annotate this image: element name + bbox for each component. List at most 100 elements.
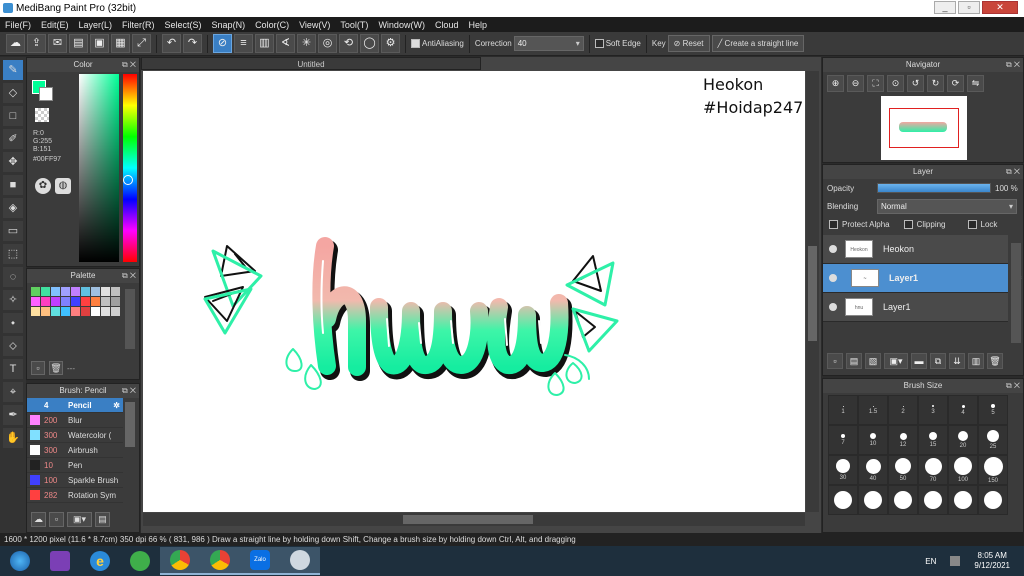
brush-size-cell[interactable]: 25 bbox=[978, 425, 1008, 455]
layer-property-icon[interactable]: ▥ bbox=[968, 353, 984, 369]
network-icon[interactable] bbox=[950, 556, 961, 566]
zoom-out-icon[interactable]: ⊖ bbox=[847, 75, 864, 92]
menu-help[interactable]: Help bbox=[463, 20, 492, 30]
save-icon[interactable]: ▣ bbox=[90, 34, 109, 53]
brush-tool-icon[interactable]: ✎ bbox=[3, 60, 23, 80]
brush-size-cell[interactable]: 15 bbox=[918, 425, 948, 455]
palette-swatch[interactable] bbox=[71, 307, 80, 316]
eraser-tool-icon[interactable]: ◇ bbox=[3, 83, 23, 103]
reset-rotation-icon[interactable]: ⟳ bbox=[947, 75, 964, 92]
new-8bit-layer-icon[interactable]: ▧ bbox=[865, 353, 881, 369]
folder-icon[interactable]: ▬ bbox=[911, 353, 927, 369]
straight-line-button[interactable]: ╱ Create a straight line bbox=[711, 35, 805, 52]
palette-swatch[interactable] bbox=[31, 287, 40, 296]
snap-curve-icon[interactable]: ⟲ bbox=[339, 34, 358, 53]
canvas-tab[interactable]: Untitled bbox=[141, 57, 481, 70]
zoom-in-icon[interactable]: ⊕ bbox=[827, 75, 844, 92]
palette-swatch[interactable] bbox=[71, 297, 80, 306]
taskbar-ie[interactable]: e bbox=[80, 547, 120, 575]
brush-settings-icon[interactable]: ▤ bbox=[95, 512, 110, 527]
palette-swatch[interactable] bbox=[101, 307, 110, 316]
rotate-left-icon[interactable]: ↺ bbox=[907, 75, 924, 92]
menu-filter[interactable]: Filter(R) bbox=[117, 20, 160, 30]
protect-alpha-checkbox[interactable] bbox=[829, 219, 838, 229]
duplicate-layer-icon[interactable]: ⧉ bbox=[930, 353, 946, 369]
palette-swatch[interactable] bbox=[81, 287, 90, 296]
select-eraser-icon[interactable]: ⬦ bbox=[3, 336, 23, 356]
taskbar-zalo[interactable]: Zalo bbox=[240, 547, 280, 575]
palette-more[interactable]: --- bbox=[67, 364, 75, 373]
canvas-vertical-scrollbar[interactable] bbox=[806, 71, 819, 512]
snap-radial-icon[interactable]: ✳ bbox=[297, 34, 316, 53]
select-brush-icon[interactable]: ⬩ bbox=[3, 313, 23, 333]
taskbar-chrome[interactable] bbox=[160, 547, 200, 575]
brush-size-cell[interactable]: 3 bbox=[918, 395, 948, 425]
palette-swatch[interactable] bbox=[91, 287, 100, 296]
fit-screen-icon[interactable]: ⛶ bbox=[867, 75, 884, 92]
minimize-button[interactable]: _ bbox=[934, 1, 956, 14]
brush-list-item[interactable]: 200 Blur bbox=[27, 413, 123, 428]
transparent-swatch[interactable] bbox=[35, 108, 49, 122]
select-pen-icon[interactable]: ✐ bbox=[3, 129, 23, 149]
taskbar-chrome-2[interactable] bbox=[200, 547, 240, 575]
layer-scrollbar[interactable] bbox=[1011, 243, 1021, 343]
opacity-slider[interactable] bbox=[877, 183, 991, 193]
brush-list-item[interactable]: 100 Sparkle Brush bbox=[27, 473, 123, 488]
snap-ellipse-icon[interactable]: ◯ bbox=[360, 34, 379, 53]
brush-size-cell[interactable]: 70 bbox=[918, 455, 948, 485]
blending-select[interactable]: Normal bbox=[877, 198, 1017, 214]
menu-select[interactable]: Select(S) bbox=[160, 20, 207, 30]
menu-color[interactable]: Color(C) bbox=[250, 20, 294, 30]
brush-size-cell[interactable] bbox=[888, 485, 918, 515]
shape-fill-icon[interactable]: ■ bbox=[3, 175, 23, 195]
snap-circle-icon[interactable]: ◎ bbox=[318, 34, 337, 53]
palette-swatch[interactable] bbox=[31, 307, 40, 316]
add-brush-dropdown-icon[interactable]: ▣▾ bbox=[67, 512, 92, 527]
delete-layer-icon[interactable]: 🗑 bbox=[987, 353, 1003, 369]
lasso-tool-icon[interactable]: ◌ bbox=[3, 267, 23, 287]
hue-slider[interactable] bbox=[123, 74, 137, 262]
grid-icon[interactable]: ▦ bbox=[111, 34, 130, 53]
menu-layer[interactable]: Layer(L) bbox=[74, 20, 118, 30]
palette-swatch[interactable] bbox=[101, 287, 110, 296]
redo-icon[interactable]: ↷ bbox=[183, 34, 202, 53]
palette-swatch[interactable] bbox=[51, 307, 60, 316]
palette-swatch[interactable] bbox=[111, 297, 120, 306]
palette-swatch[interactable] bbox=[51, 287, 60, 296]
palette-swatch[interactable] bbox=[101, 297, 110, 306]
brush-size-cell[interactable]: 150 bbox=[978, 455, 1008, 485]
saturation-value-picker[interactable] bbox=[79, 74, 119, 262]
snap-perspective-icon[interactable]: ∢ bbox=[276, 34, 295, 53]
antialias-checkbox[interactable] bbox=[411, 39, 420, 48]
visibility-eye-icon[interactable] bbox=[829, 245, 837, 253]
rect-select-icon[interactable]: ⬚ bbox=[3, 244, 23, 264]
horizontal-scroll-thumb[interactable] bbox=[403, 515, 533, 524]
palette-swatch[interactable] bbox=[31, 297, 40, 306]
brush-size-cell[interactable]: 30 bbox=[828, 455, 858, 485]
palette-swatch[interactable] bbox=[91, 307, 100, 316]
brush-size-cell[interactable] bbox=[948, 485, 978, 515]
cloud-brush-icon[interactable]: ☁ bbox=[31, 512, 46, 527]
snap-settings-icon[interactable]: ⚙ bbox=[381, 34, 400, 53]
brush-scrollbar[interactable] bbox=[125, 402, 135, 447]
new-layer-icon[interactable]: ▫ bbox=[827, 353, 843, 369]
vertical-scroll-thumb[interactable] bbox=[808, 246, 817, 341]
panel-controls-icon[interactable]: ⧉ ✕ bbox=[122, 58, 136, 72]
soft-edge-checkbox[interactable] bbox=[594, 39, 604, 48]
taskbar-medibang[interactable] bbox=[280, 547, 320, 575]
panel-controls-icon[interactable]: ⧉ ✕ bbox=[1006, 165, 1020, 179]
lock-checkbox[interactable] bbox=[967, 219, 977, 229]
rotate-right-icon[interactable]: ↻ bbox=[927, 75, 944, 92]
layer-row[interactable]: Heokon #Hoidap247 Heokon bbox=[823, 235, 1008, 264]
brush-list-item[interactable]: 10 Pen bbox=[27, 458, 123, 473]
brush-size-cell[interactable] bbox=[858, 485, 888, 515]
taskbar-coccoc[interactable] bbox=[120, 547, 160, 575]
brush-size-cell[interactable]: 40 bbox=[858, 455, 888, 485]
gradient-tool-icon[interactable]: ▭ bbox=[3, 221, 23, 241]
transform-icon[interactable]: ⤢ bbox=[132, 34, 151, 53]
palette-swatch[interactable] bbox=[61, 307, 70, 316]
snap-off-icon[interactable]: ⊘ bbox=[213, 34, 232, 53]
new-halftone-layer-icon[interactable]: ▤ bbox=[846, 353, 862, 369]
background-color-swatch[interactable] bbox=[39, 87, 53, 101]
brush-list-item[interactable]: 282 Rotation Sym bbox=[27, 488, 123, 503]
